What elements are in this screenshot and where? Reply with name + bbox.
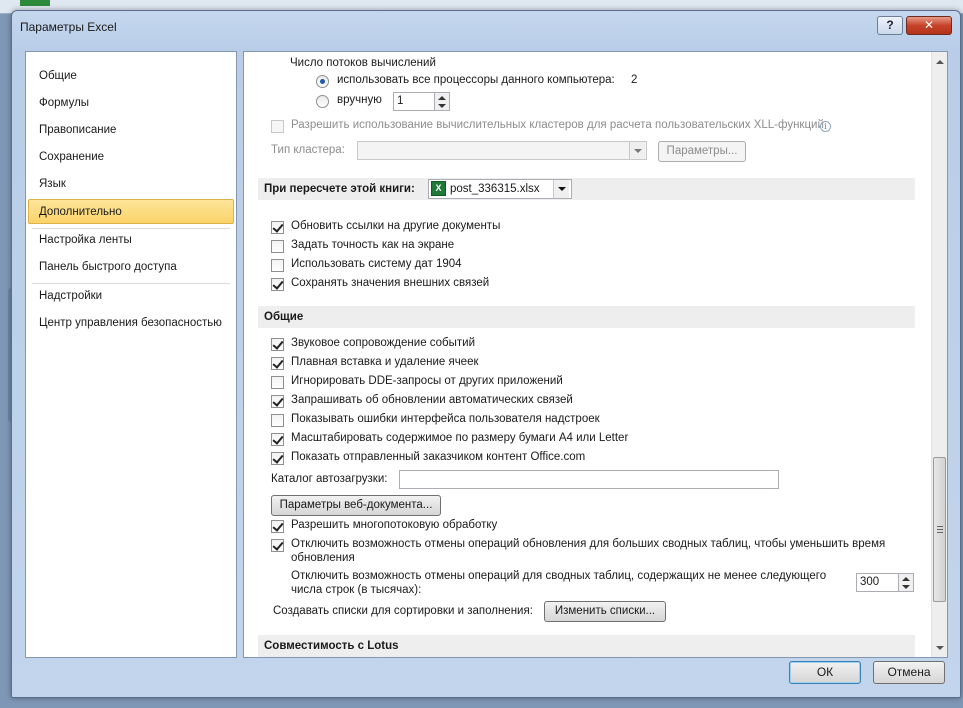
disable-undo-pivot-label-cont: обновления — [291, 552, 355, 564]
animate-insert-label: Плавная вставка и удаление ячеек — [291, 356, 479, 368]
edit-custom-lists-button[interactable]: Изменить списки... — [544, 601, 666, 622]
nav-item-addins[interactable]: Надстройки — [27, 284, 235, 309]
nav-item-advanced[interactable]: Дополнительно — [28, 199, 234, 224]
spin-up-icon — [438, 96, 446, 100]
manual-threads-label: вручную — [337, 94, 382, 106]
scale-a4-letter-label: Масштабировать содержимое по размеру бум… — [291, 432, 629, 444]
workbook-name: post_336315.xlsx — [450, 183, 540, 195]
help-button[interactable]: ? — [877, 16, 903, 35]
nav-item-quick-access-toolbar[interactable]: Панель быстрого доступа — [27, 255, 235, 280]
ignore-dde-checkbox[interactable] — [271, 376, 284, 389]
show-office-content-label: Показать отправленный заказчиком контент… — [291, 451, 586, 463]
processor-count: 2 — [631, 74, 638, 86]
startup-folder-input[interactable] — [399, 470, 779, 489]
workbook-select[interactable]: X post_336315.xlsx — [428, 179, 572, 199]
nav-item-proofing[interactable]: Правописание — [27, 118, 235, 143]
scroll-up-icon[interactable] — [936, 60, 944, 64]
manual-threads-radio[interactable] — [316, 95, 329, 108]
update-links-label: Обновить ссылки на другие документы — [291, 220, 501, 232]
undo-rows-label: Отключить возможность отмены операций дл… — [291, 570, 827, 582]
cluster-params-button[interactable]: Параметры... — [658, 141, 746, 162]
save-external-links-checkbox[interactable] — [271, 278, 284, 291]
content-scrollbar[interactable] — [931, 52, 947, 657]
date-system-1904-checkbox[interactable] — [271, 259, 284, 272]
show-office-content-checkbox[interactable] — [271, 452, 284, 465]
disable-undo-pivot-checkbox[interactable] — [271, 539, 284, 552]
lotus-section-header: Совместимость с Lotus — [258, 635, 915, 657]
cluster-type-label: Тип кластера: — [271, 144, 345, 156]
general-header-text: Общие — [264, 311, 304, 323]
close-button[interactable]: ✕ — [906, 16, 952, 35]
chevron-down-icon — [553, 180, 569, 198]
animate-insert-checkbox[interactable] — [271, 357, 284, 370]
close-icon: ✕ — [923, 18, 935, 32]
manual-threads-spinner[interactable] — [435, 92, 450, 111]
update-links-checkbox[interactable] — [271, 221, 284, 234]
multithread-label: Разрешить многопотоковую обработку — [291, 519, 498, 531]
threads-label: Число потоков вычислений — [290, 57, 436, 69]
scroll-thumb[interactable] — [933, 457, 946, 602]
advanced-options-panel: Число потоков вычислений использовать вс… — [243, 51, 948, 658]
cluster-checkbox[interactable] — [271, 120, 284, 133]
ok-button[interactable]: ОК — [789, 661, 861, 684]
nav-item-trust-center[interactable]: Центр управления безопасностью — [27, 311, 235, 336]
grip-line — [937, 529, 943, 530]
undo-rows-input[interactable]: 300 — [856, 573, 899, 592]
multithread-checkbox[interactable] — [271, 520, 284, 533]
startup-folder-label: Каталог автозагрузки: — [271, 473, 388, 485]
general-section-header: Общие — [258, 306, 915, 328]
excel-options-dialog: Параметры Excel ? ✕ Общие Формулы Правоп… — [11, 10, 961, 698]
use-all-processors-label: использовать все процессоры данного комп… — [337, 74, 615, 86]
use-all-processors-radio[interactable] — [316, 75, 329, 88]
info-icon: i — [820, 121, 831, 132]
cluster-type-select[interactable] — [357, 141, 647, 160]
excel-file-icon: X — [431, 181, 446, 196]
recalc-section-header: При пересчете этой книги: — [258, 178, 915, 200]
dialog-title: Параметры Excel — [20, 20, 117, 34]
ask-update-links-label: Запрашивать об обновлении автоматических… — [291, 394, 573, 406]
undo-rows-label-cont: числа строк (в тысячах): — [291, 584, 422, 596]
nav-item-save[interactable]: Сохранение — [27, 145, 235, 170]
show-addin-errors-label: Показывать ошибки интерфейса пользовател… — [291, 413, 600, 425]
sound-feedback-label: Звуковое сопровождение событий — [291, 337, 476, 349]
spin-up-icon — [902, 577, 910, 581]
cancel-button[interactable]: Отмена — [873, 661, 945, 684]
nav-item-general[interactable]: Общие — [27, 64, 235, 89]
disable-undo-pivot-label: Отключить возможность отмены операций об… — [291, 538, 886, 550]
show-addin-errors-checkbox[interactable] — [271, 414, 284, 427]
nav-item-customize-ribbon[interactable]: Настройка ленты — [27, 228, 235, 253]
chevron-down-icon — [629, 142, 645, 159]
sound-feedback-checkbox[interactable] — [271, 338, 284, 351]
nav-item-language[interactable]: Язык — [27, 172, 235, 197]
category-nav: Общие Формулы Правописание Сохранение Яз… — [25, 51, 237, 658]
nav-item-formulas[interactable]: Формулы — [27, 91, 235, 116]
lotus-header-text: Совместимость с Lotus — [264, 640, 399, 652]
grip-line — [937, 532, 943, 533]
undo-rows-spinner[interactable] — [899, 573, 914, 592]
save-external-links-label: Сохранять значения внешних связей — [291, 277, 490, 289]
cluster-label: Разрешить использование вычислительных к… — [291, 119, 824, 131]
spin-down-icon — [902, 585, 910, 589]
ask-update-links-checkbox[interactable] — [271, 395, 284, 408]
title-bar: Параметры Excel ? ✕ — [12, 11, 960, 41]
date-system-1904-label: Использовать систему дат 1904 — [291, 258, 462, 270]
grip-line — [937, 526, 943, 527]
precision-as-displayed-checkbox[interactable] — [271, 240, 284, 253]
recalc-header-text: При пересчете этой книги: — [264, 183, 415, 195]
help-icon: ? — [886, 18, 894, 32]
scale-a4-letter-checkbox[interactable] — [271, 433, 284, 446]
scroll-down-icon[interactable] — [936, 646, 944, 650]
manual-threads-input[interactable]: 1 — [393, 92, 435, 111]
ignore-dde-label: Игнорировать DDE-запросы от других прило… — [291, 375, 563, 387]
custom-lists-label: Создавать списки для сортировки и заполн… — [273, 605, 533, 617]
spin-down-icon — [438, 104, 446, 108]
web-options-button[interactable]: Параметры веб-документа... — [271, 495, 441, 516]
precision-as-displayed-label: Задать точность как на экране — [291, 239, 455, 251]
excel-file-tab — [20, 0, 50, 6]
